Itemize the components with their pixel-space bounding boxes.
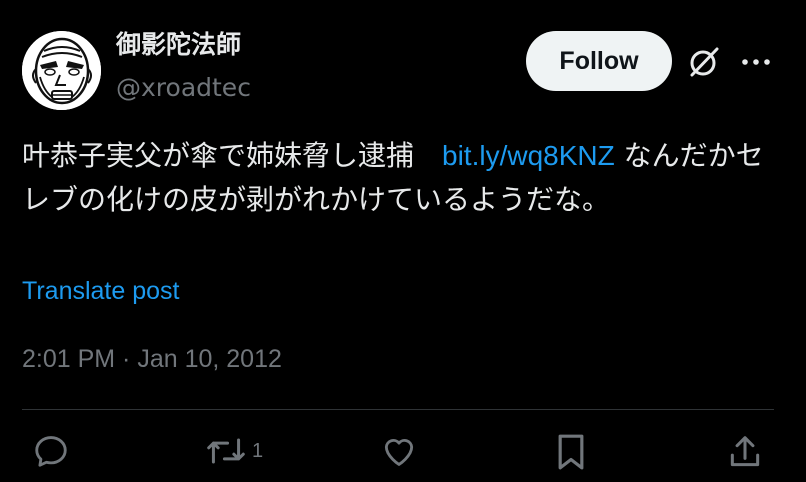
grok-icon[interactable] <box>686 44 722 80</box>
heart-icon <box>384 439 414 466</box>
translate-post-link[interactable]: Translate post <box>22 274 179 308</box>
tweet-link[interactable]: bit.ly/wq8KNZ <box>442 140 615 171</box>
follow-button[interactable]: Follow <box>526 31 672 91</box>
divider <box>22 409 774 410</box>
share-icon <box>730 436 760 467</box>
reply-button[interactable] <box>32 432 70 470</box>
bookmark-button[interactable] <box>554 432 588 472</box>
bookmark-icon <box>558 434 584 470</box>
retweet-icon <box>207 438 245 464</box>
author-handle[interactable]: @xroadtec <box>116 72 251 104</box>
avatar[interactable] <box>22 31 101 110</box>
tweet-text: 叶恭子実父が傘で姉妹脅し逮捕 bit.ly/wq8KNZ なんだかセレブの化けの… <box>22 134 782 222</box>
tweet-text-part: 叶恭子実父が傘で姉妹脅し逮捕 <box>22 139 443 172</box>
retweet-button[interactable]: 1 <box>204 432 263 470</box>
share-button[interactable] <box>726 432 764 472</box>
reply-icon <box>35 436 67 467</box>
author-display-name[interactable]: 御影陀法師 <box>116 28 241 62</box>
retweet-count: 1 <box>252 439 264 462</box>
post-timestamp[interactable]: 2:01 PM · Jan 10, 2012 <box>22 342 282 376</box>
more-icon[interactable] <box>740 48 772 76</box>
like-button[interactable] <box>380 432 418 470</box>
manga-face-avatar-icon <box>22 31 101 110</box>
